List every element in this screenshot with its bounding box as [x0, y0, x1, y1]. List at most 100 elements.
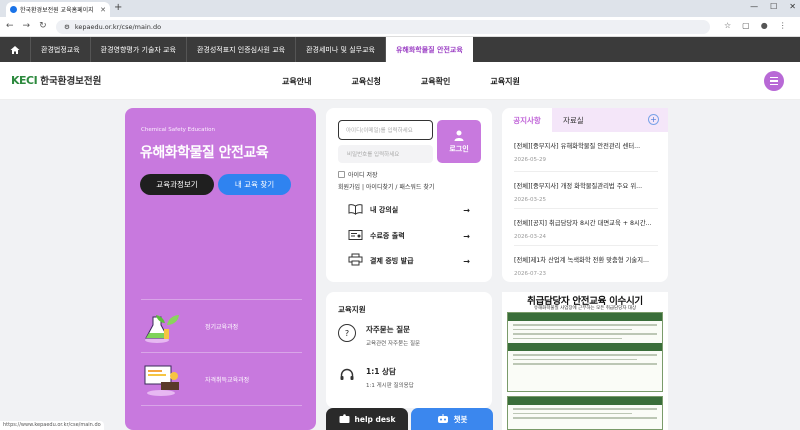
- password-input[interactable]: 비밀번호를 입력하세요: [338, 145, 433, 163]
- poster-text-line: [513, 337, 622, 339]
- support-title: 교육지원: [338, 305, 366, 314]
- poster-text-line: [513, 412, 632, 414]
- account-links[interactable]: 회원가입 | 아이디찾기 / 패스워드 찾기: [338, 182, 434, 191]
- gnb-item-seminar[interactable]: 환경세미나 및 실무교육: [295, 37, 385, 62]
- quick-payment-receipt[interactable]: 결제 증빙 발급 →: [348, 251, 470, 271]
- more-plus-button[interactable]: +: [648, 114, 659, 125]
- gnb-item-legal[interactable]: 환경법정교육: [30, 37, 90, 62]
- notice-item[interactable]: [전체]제1차 산업계 녹색화학 전환 맞춤형 기술지... 2026-07-2…: [514, 255, 658, 277]
- arrow-right-icon: →: [463, 231, 470, 241]
- gnb-item-chemical[interactable]: 유해화학물질 안전교육: [384, 37, 473, 62]
- arrow-right-icon: →: [463, 205, 470, 215]
- notice-item[interactable]: [전체][중부지사] 유해화학물질 안전관리 센터... 2026-05-29: [514, 141, 658, 163]
- poster-section: [507, 396, 663, 430]
- profile-icon[interactable]: ●: [761, 21, 768, 30]
- login-button[interactable]: 로그인: [437, 120, 481, 163]
- maximize-icon[interactable]: ☐: [770, 2, 777, 11]
- close-tab-icon[interactable]: ✕: [100, 6, 106, 14]
- login-label: 로그인: [449, 144, 469, 153]
- view-curriculum-button[interactable]: 교육과정보기: [140, 174, 214, 195]
- nav-apply[interactable]: 교육신청: [351, 76, 380, 87]
- notice-item[interactable]: [전체][중부지사] 개정 화학물질관리법 주요 위... 2026-03-25: [514, 181, 658, 203]
- arrow-right-icon: →: [463, 256, 470, 266]
- find-my-course-button[interactable]: 내 교육 찾기: [218, 174, 291, 195]
- id-input[interactable]: 아이디(이메일)를 입력하세요: [338, 120, 433, 140]
- poster-text-line: [513, 324, 657, 326]
- faq-title: 자주묻는 질문: [366, 325, 411, 334]
- browser-toolbar: ☆ ▢ ● ⋮: [724, 21, 787, 30]
- hero-item-regular[interactable]: 정기교육과정: [141, 307, 238, 345]
- printer-icon: [348, 253, 364, 269]
- notice-title: [전체][중부지사] 유해화학물질 안전관리 센터...: [514, 143, 641, 150]
- quick-label: 수료증 출력: [370, 232, 405, 240]
- quick-label: 결제 증빙 발급: [370, 257, 414, 265]
- notice-item[interactable]: [전체][공지] 취급담당자 8시간 대면교육 + 8시간... 2026-03…: [514, 218, 658, 240]
- helpdesk-button[interactable]: help desk: [326, 408, 408, 430]
- url-field[interactable]: ⚙ kepaedu.or.kr/cse/main.do: [56, 20, 710, 34]
- hero-title: 유해화학물질 안전교육: [140, 145, 269, 161]
- browser-nav-buttons: ← → ↻: [6, 21, 47, 31]
- qna-subtitle: 1:1 게시판 질의응답: [366, 383, 414, 389]
- divider: [141, 352, 302, 353]
- robot-icon: [437, 414, 448, 423]
- tab-title: 한국환경보전원 교육홈페이지: [20, 7, 94, 14]
- divider: [514, 171, 658, 172]
- notice-date: 2026-05-29: [514, 157, 546, 163]
- tab-notice[interactable]: 공지사항: [502, 108, 552, 132]
- url-text: kepaedu.or.kr/cse/main.do: [74, 23, 162, 31]
- flask-icon: [141, 307, 183, 345]
- notice-date: 2026-03-24: [514, 234, 546, 240]
- forward-icon[interactable]: →: [23, 21, 31, 31]
- nav-support[interactable]: 교육지원: [490, 76, 519, 87]
- poster-section-bar: [508, 313, 662, 321]
- nav-confirm[interactable]: 교육확인: [421, 76, 450, 87]
- site-logo[interactable]: KECI 한국환경보전원: [11, 73, 101, 88]
- helpdesk-icon: [339, 414, 350, 423]
- divider: [514, 208, 658, 209]
- save-id-checkbox[interactable]: 아이디 저장: [338, 170, 378, 179]
- menu-bar: [770, 83, 778, 85]
- poster-section-bar: [508, 397, 662, 405]
- reload-icon[interactable]: ↻: [39, 21, 47, 31]
- certificate-icon: [348, 229, 364, 244]
- chatbot-button[interactable]: 챗봇: [411, 408, 493, 430]
- quick-my-classroom[interactable]: 내 강의실 →: [348, 200, 470, 220]
- window-controls: — ☐ ✕: [750, 2, 796, 11]
- favicon-icon: [10, 6, 17, 13]
- notice-date: 2026-03-25: [514, 197, 546, 203]
- new-tab-button[interactable]: +: [114, 2, 122, 13]
- browser-tab[interactable]: 한국환경보전원 교육홈페이지 ✕: [6, 2, 110, 17]
- nav-guide[interactable]: 교육안내: [282, 76, 311, 87]
- faq-link[interactable]: ? 자주묻는 질문 교육관련 자주묻는 질문: [338, 324, 420, 347]
- notice-date: 2026-07-23: [514, 271, 546, 277]
- close-window-icon[interactable]: ✕: [789, 2, 796, 11]
- quick-certificate-print[interactable]: 수료증 출력 →: [348, 226, 470, 246]
- poster-text-line: [513, 408, 657, 410]
- global-nav-bar: 환경법정교육 환경영향평가 기술자 교육 환경성적표지 인증심사원 교육 환경세…: [0, 37, 800, 62]
- poster-text-line: [513, 354, 657, 356]
- user-icon: [454, 130, 464, 141]
- book-icon: [348, 203, 364, 218]
- back-icon[interactable]: ←: [6, 21, 14, 31]
- hamburger-menu-button[interactable]: [764, 71, 784, 91]
- hero-item-label: 자격취득교육과정: [205, 376, 250, 384]
- hero-item-certificate[interactable]: 자격취득교육과정: [141, 360, 249, 398]
- hero-subtitle: Chemical Safety Education: [141, 127, 215, 133]
- notice-tabs: 공지사항 자료실: [502, 108, 668, 132]
- chatbot-label: 챗봇: [453, 414, 468, 424]
- gnb-item-eia[interactable]: 환경영향평가 기술자 교육: [89, 37, 186, 62]
- one-to-one-link[interactable]: 1:1 상담 1:1 게시판 질의응답: [338, 366, 414, 389]
- extensions-icon[interactable]: ▢: [742, 21, 750, 30]
- home-button[interactable]: [0, 37, 30, 62]
- gnb-item-epd[interactable]: 환경성적표지 인증심사원 교육: [185, 37, 295, 62]
- divider: [514, 245, 658, 246]
- question-icon: ?: [338, 324, 356, 342]
- bookmark-star-icon[interactable]: ☆: [724, 21, 731, 30]
- poster-text-line: [513, 358, 637, 360]
- minimize-icon[interactable]: —: [750, 2, 758, 11]
- logo-mark: KECI: [11, 73, 38, 87]
- poster-text-line: [513, 363, 657, 365]
- browser-menu-icon[interactable]: ⋮: [779, 21, 787, 30]
- checkbox-icon: [338, 171, 345, 178]
- site-info-icon[interactable]: ⚙: [64, 23, 70, 31]
